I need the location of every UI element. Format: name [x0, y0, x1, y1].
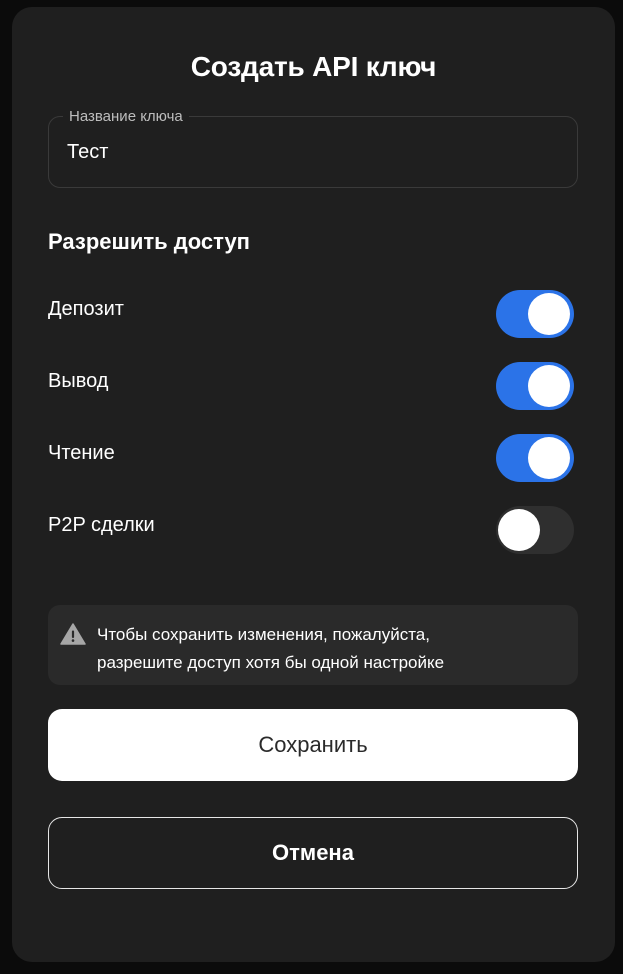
key-name-field[interactable]: Название ключа	[48, 109, 578, 188]
warning-triangle-icon	[60, 623, 86, 645]
cancel-button[interactable]: Отмена	[48, 817, 578, 889]
toggle-knob	[528, 437, 570, 479]
permission-row-read: Чтение	[48, 434, 578, 484]
toggle-withdraw[interactable]	[496, 362, 574, 410]
warning-notice: Чтобы сохранить изменения, пожалуйста, р…	[48, 605, 578, 685]
create-api-key-dialog: Создать API ключ Название ключа Разрешит…	[12, 7, 615, 962]
permission-row-withdraw: Вывод	[48, 362, 578, 412]
warning-line-1: Чтобы сохранить изменения, пожалуйста,	[97, 625, 430, 644]
permission-label-read: Чтение	[48, 442, 115, 464]
key-name-label: Название ключа	[63, 109, 189, 125]
save-button[interactable]: Сохранить	[48, 709, 578, 781]
permission-row-deposit: Депозит	[48, 290, 578, 340]
permission-label-deposit: Депозит	[48, 298, 124, 320]
toggle-deposit[interactable]	[496, 290, 574, 338]
warning-text: Чтобы сохранить изменения, пожалуйста, р…	[97, 621, 567, 677]
toggle-p2p[interactable]	[496, 506, 574, 554]
toggle-knob	[528, 293, 570, 335]
dialog-title: Создать API ключ	[190, 51, 437, 82]
warning-line-2: разрешите доступ хотя бы одной настройке	[97, 653, 445, 672]
key-name-input[interactable]	[67, 141, 547, 164]
access-section-title: Разрешить доступ	[48, 229, 250, 254]
permission-row-p2p: P2P сделки	[48, 506, 578, 556]
toggle-read[interactable]	[496, 434, 574, 482]
toggle-knob	[528, 365, 570, 407]
permission-label-p2p: P2P сделки	[48, 514, 155, 536]
permission-label-withdraw: Вывод	[48, 370, 109, 392]
toggle-knob	[498, 509, 540, 551]
